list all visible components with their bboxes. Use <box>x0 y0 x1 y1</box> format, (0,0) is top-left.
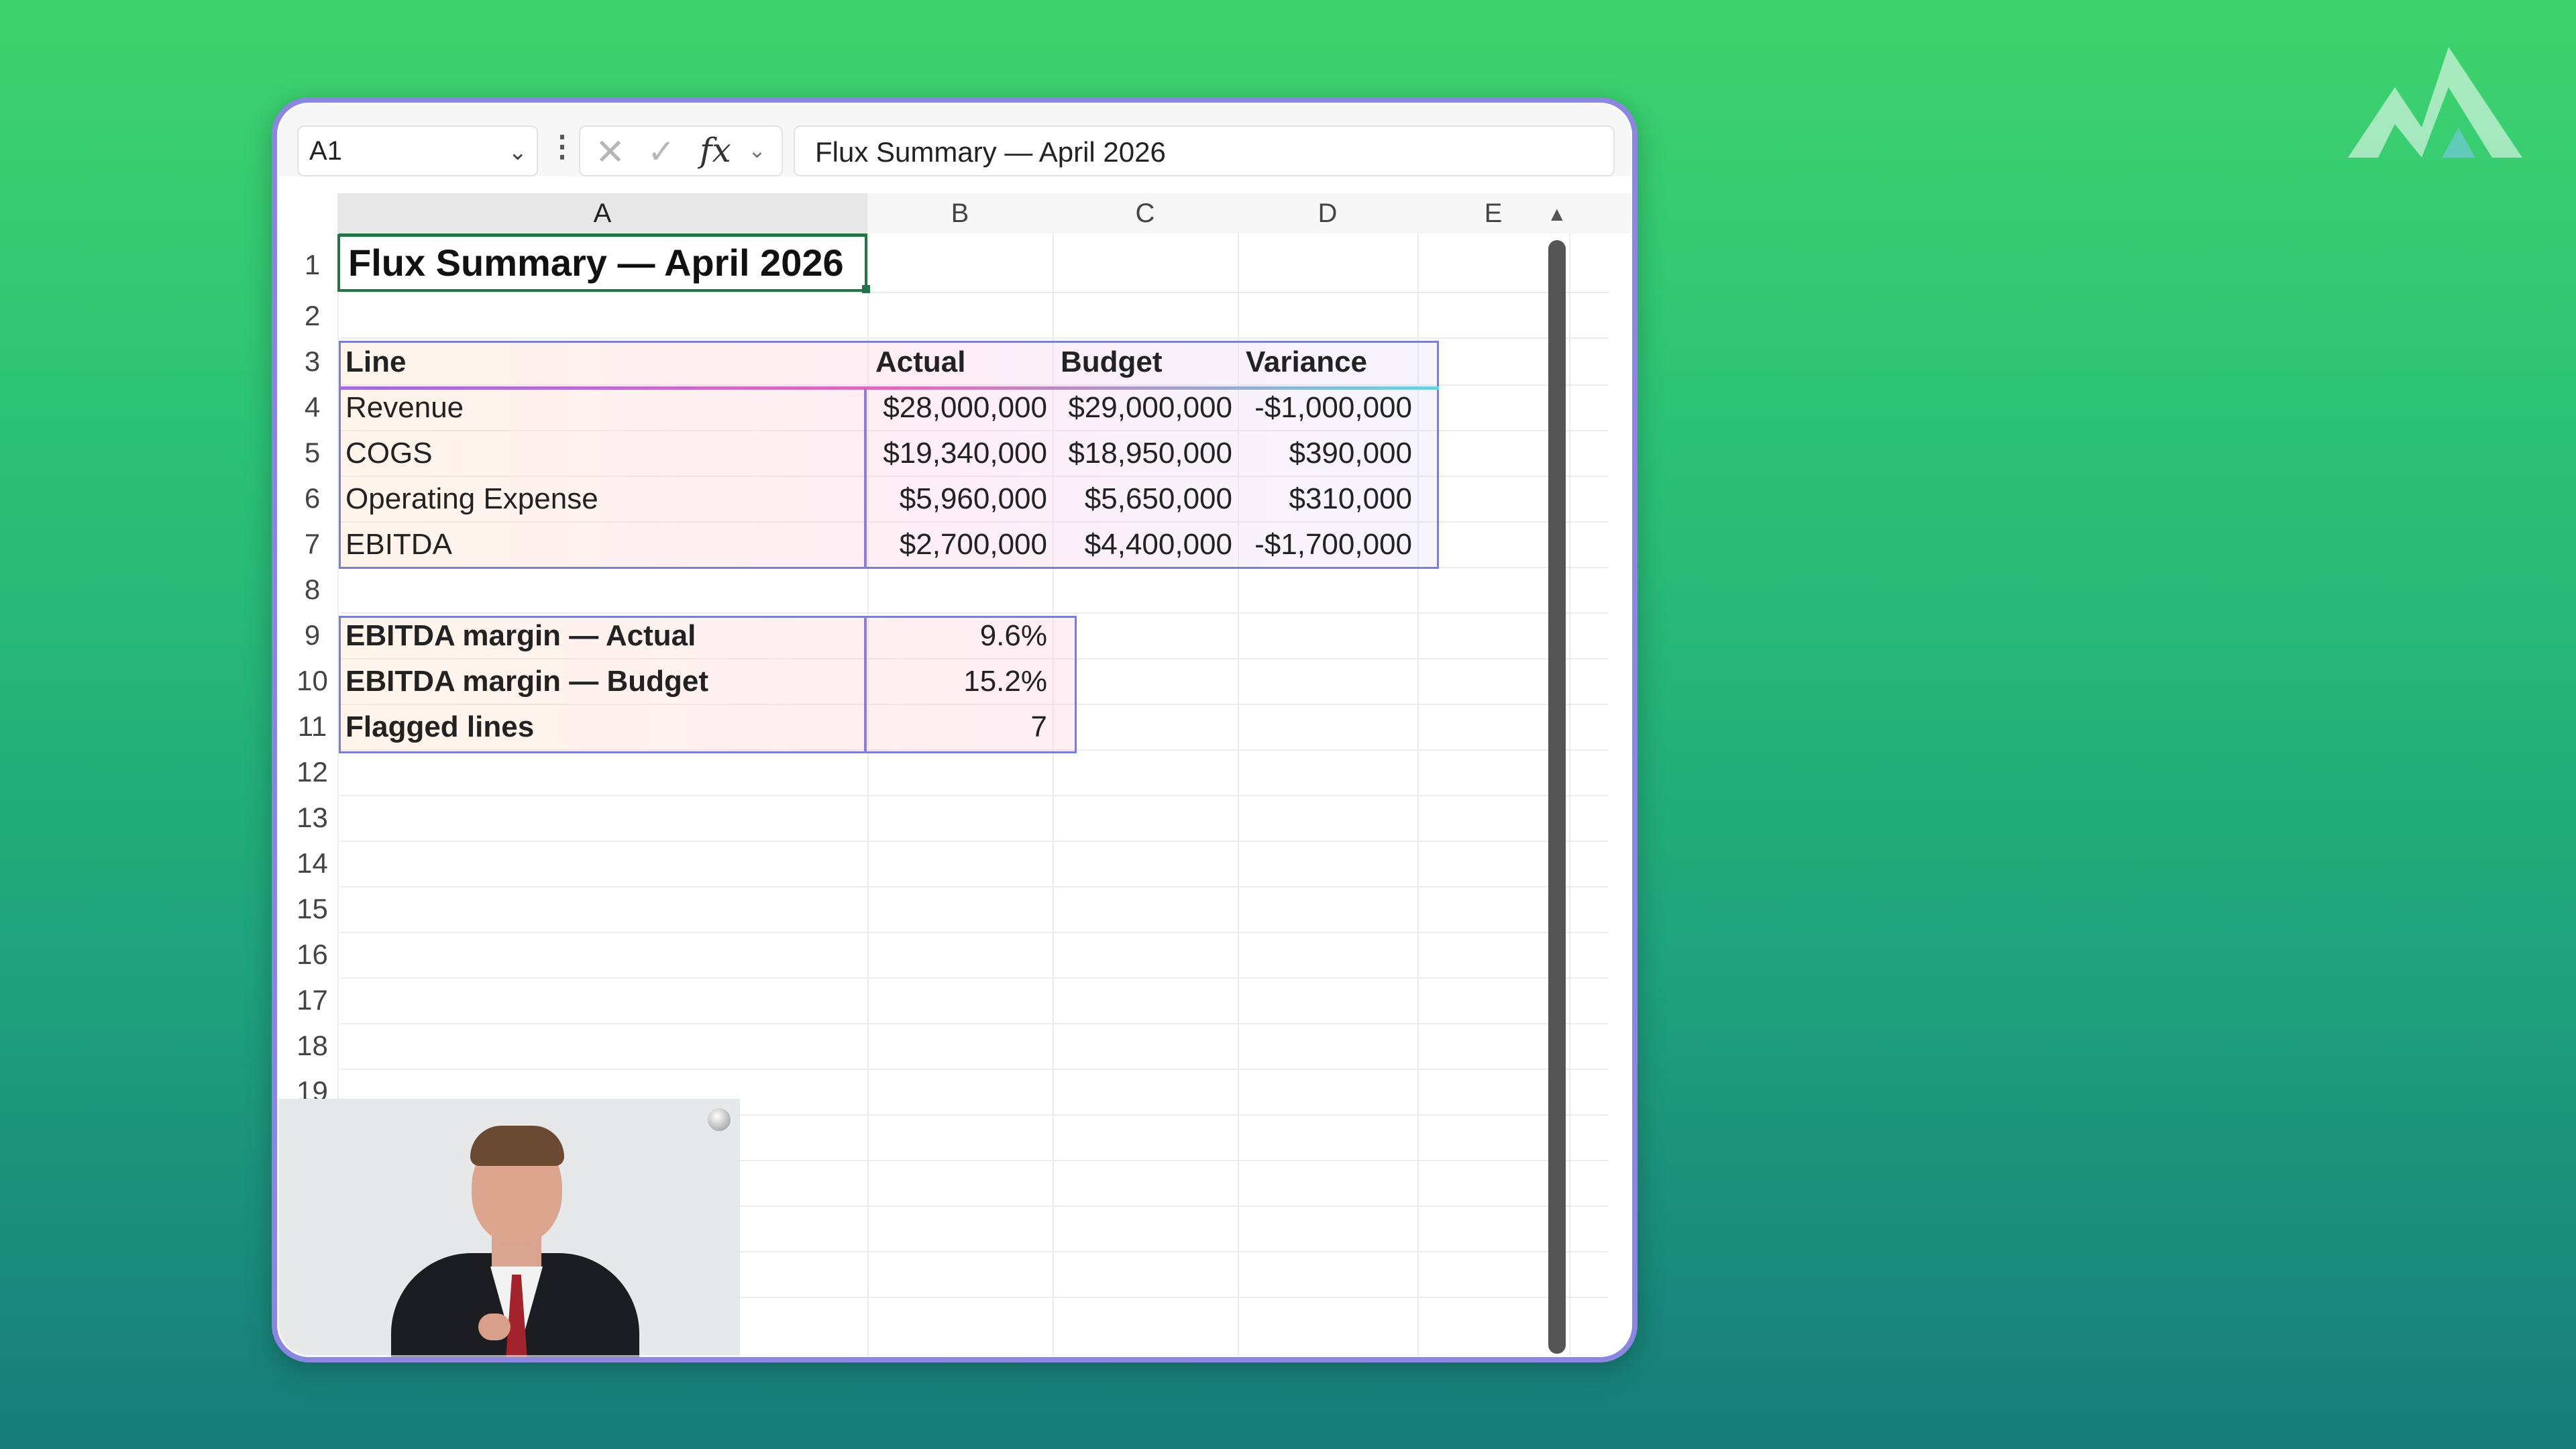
formula-input-value: Flux Summary — April 2026 <box>815 136 1166 168</box>
summary-value[interactable]: 15.2% <box>867 665 1047 698</box>
check-icon[interactable]: ✓ <box>647 132 676 171</box>
row-header-9[interactable]: 9 <box>284 619 341 651</box>
table-header-line[interactable]: Line <box>345 345 406 379</box>
table-cell-budget[interactable]: $29,000,000 <box>1053 391 1232 425</box>
table-cell-variance[interactable]: -$1,000,000 <box>1238 391 1412 425</box>
table-cell-line[interactable]: Operating Expense <box>345 482 598 516</box>
row-header-7[interactable]: 7 <box>284 528 341 560</box>
row-header-4[interactable]: 4 <box>284 391 341 423</box>
row-header-2[interactable]: 2 <box>284 300 341 332</box>
table-cell-budget[interactable]: $18,950,000 <box>1053 437 1232 470</box>
row-header-11[interactable]: 11 <box>284 710 341 743</box>
triangle-up-icon[interactable]: ▲ <box>1547 203 1567 226</box>
table-header-actual[interactable]: Actual <box>875 345 965 379</box>
column-header-c[interactable]: C <box>1053 193 1239 233</box>
table-cell-line[interactable]: EBITDA <box>345 528 452 561</box>
row-header-1[interactable]: 1 <box>284 249 341 281</box>
row-header-14[interactable]: 14 <box>284 847 341 879</box>
table-cell-line[interactable]: COGS <box>345 437 433 470</box>
presenter-hair <box>470 1126 564 1166</box>
presenter-hand <box>478 1313 511 1340</box>
summary-label[interactable]: EBITDA margin — Budget <box>345 665 708 698</box>
row-header-3[interactable]: 3 <box>284 345 341 378</box>
column-header-a[interactable]: A <box>337 193 869 236</box>
summary-label[interactable]: EBITDA margin — Actual <box>345 619 696 653</box>
table-cell-actual[interactable]: $5,960,000 <box>867 482 1047 516</box>
formula-controls: ✕ ✓ fx ⌄ <box>579 125 783 176</box>
webcam-control-dot[interactable] <box>708 1108 731 1131</box>
row-header-18[interactable]: 18 <box>284 1030 341 1062</box>
table-column-divider <box>864 388 867 569</box>
table-header-budget[interactable]: Budget <box>1061 345 1163 379</box>
table-cell-actual[interactable]: $19,340,000 <box>867 437 1047 470</box>
row-header-15[interactable]: 15 <box>284 893 341 925</box>
formula-bar: A1 ⌄ ⋮ ✕ ✓ fx ⌄ Flux Summary — April 202… <box>277 103 1632 176</box>
summary-label[interactable]: Flagged lines <box>345 710 534 744</box>
gridline <box>1569 233 1570 1357</box>
summary-value[interactable]: 9.6% <box>867 619 1047 653</box>
table-header-variance[interactable]: Variance <box>1246 345 1367 379</box>
formula-input[interactable]: Flux Summary — April 2026 <box>794 125 1615 176</box>
table-cell-variance[interactable]: $390,000 <box>1238 437 1412 470</box>
row-header-10[interactable]: 10 <box>284 665 341 697</box>
row-header-12[interactable]: 12 <box>284 756 341 788</box>
row-header-17[interactable]: 17 <box>284 984 341 1016</box>
table-cell-actual[interactable]: $2,700,000 <box>867 528 1047 561</box>
column-header-f[interactable]: F <box>1569 193 1632 233</box>
column-header-b[interactable]: B <box>867 193 1054 233</box>
close-icon[interactable]: ✕ <box>595 131 625 173</box>
mountain-logo-icon <box>2348 47 2522 158</box>
table-header-underline <box>339 386 1439 390</box>
table-cell-budget[interactable]: $5,650,000 <box>1053 482 1232 516</box>
column-header-d[interactable]: D <box>1238 193 1419 233</box>
fx-icon[interactable]: fx <box>700 131 731 170</box>
cell-a1-title[interactable]: Flux Summary — April 2026 <box>337 234 867 292</box>
row-header-8[interactable]: 8 <box>284 574 341 606</box>
summary-value[interactable]: 7 <box>867 710 1047 744</box>
table-cell-line[interactable]: Revenue <box>345 391 464 425</box>
row-header-16[interactable]: 16 <box>284 938 341 971</box>
summary-column-divider <box>864 616 867 753</box>
vertical-dots-icon[interactable]: ⋮ <box>547 129 577 164</box>
row-header-5[interactable]: 5 <box>284 437 341 469</box>
chevron-down-icon[interactable]: ⌄ <box>508 139 528 166</box>
table-cell-variance[interactable]: -$1,700,000 <box>1238 528 1412 561</box>
table-cell-actual[interactable]: $28,000,000 <box>867 391 1047 425</box>
chevron-down-icon[interactable]: ⌄ <box>748 138 766 163</box>
row-header-13[interactable]: 13 <box>284 802 341 834</box>
row-header-6[interactable]: 6 <box>284 482 341 515</box>
name-box-value: A1 <box>309 136 342 166</box>
fill-handle[interactable] <box>862 285 870 293</box>
spreadsheet-window: A1 ⌄ ⋮ ✕ ✓ fx ⌄ Flux Summary — April 202… <box>272 97 1638 1362</box>
vertical-scrollbar[interactable] <box>1548 240 1566 1354</box>
table-cell-budget[interactable]: $4,400,000 <box>1053 528 1232 561</box>
presenter-webcam <box>277 1099 740 1357</box>
name-box[interactable]: A1 ⌄ <box>297 125 538 176</box>
table-cell-variance[interactable]: $310,000 <box>1238 482 1412 516</box>
